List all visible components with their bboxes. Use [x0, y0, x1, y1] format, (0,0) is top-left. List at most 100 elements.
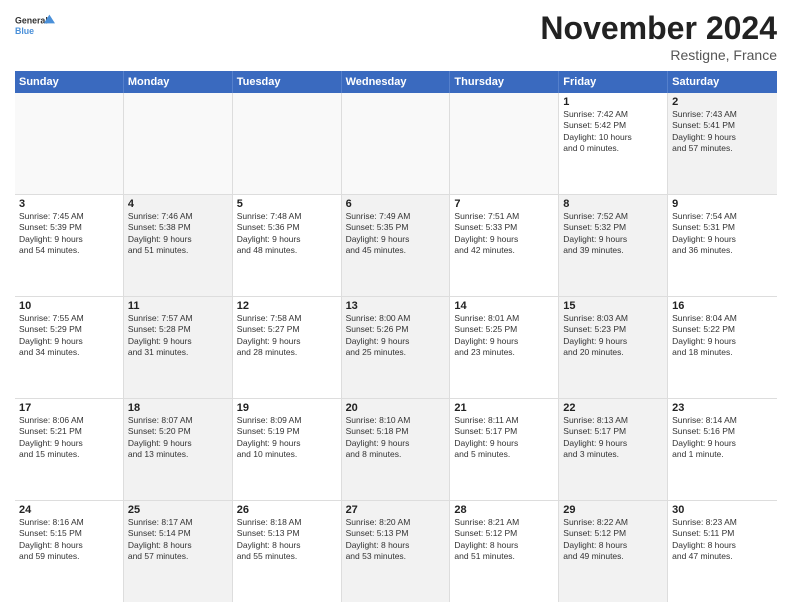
svg-text:General: General	[15, 15, 48, 25]
day-number-2: 2	[672, 96, 773, 108]
day-10: 10Sunrise: 7:55 AM Sunset: 5:29 PM Dayli…	[15, 297, 124, 398]
day-number-9: 9	[672, 198, 773, 210]
day-30: 30Sunrise: 8:23 AM Sunset: 5:11 PM Dayli…	[668, 501, 777, 602]
header-wednesday: Wednesday	[342, 71, 451, 93]
location: Restigne, France	[540, 47, 777, 63]
header-sunday: Sunday	[15, 71, 124, 93]
empty-cell-0-3	[342, 93, 451, 194]
day-number-4: 4	[128, 198, 228, 210]
day-number-21: 21	[454, 402, 554, 414]
day-19: 19Sunrise: 8:09 AM Sunset: 5:19 PM Dayli…	[233, 399, 342, 500]
logo: General Blue	[15, 10, 55, 40]
day-25: 25Sunrise: 8:17 AM Sunset: 5:14 PM Dayli…	[124, 501, 233, 602]
day-9: 9Sunrise: 7:54 AM Sunset: 5:31 PM Daylig…	[668, 195, 777, 296]
day-number-18: 18	[128, 402, 228, 414]
empty-cell-0-2	[233, 93, 342, 194]
day-3-details: Sunrise: 7:45 AM Sunset: 5:39 PM Dayligh…	[19, 211, 119, 257]
day-24-details: Sunrise: 8:16 AM Sunset: 5:15 PM Dayligh…	[19, 517, 119, 563]
day-8: 8Sunrise: 7:52 AM Sunset: 5:32 PM Daylig…	[559, 195, 668, 296]
page: General Blue November 2024 Restigne, Fra…	[0, 0, 792, 612]
day-16: 16Sunrise: 8:04 AM Sunset: 5:22 PM Dayli…	[668, 297, 777, 398]
day-6: 6Sunrise: 7:49 AM Sunset: 5:35 PM Daylig…	[342, 195, 451, 296]
day-25-details: Sunrise: 8:17 AM Sunset: 5:14 PM Dayligh…	[128, 517, 228, 563]
day-19-details: Sunrise: 8:09 AM Sunset: 5:19 PM Dayligh…	[237, 415, 337, 461]
day-27: 27Sunrise: 8:20 AM Sunset: 5:13 PM Dayli…	[342, 501, 451, 602]
day-number-27: 27	[346, 504, 446, 516]
day-15: 15Sunrise: 8:03 AM Sunset: 5:23 PM Dayli…	[559, 297, 668, 398]
header-saturday: Saturday	[668, 71, 777, 93]
day-16-details: Sunrise: 8:04 AM Sunset: 5:22 PM Dayligh…	[672, 313, 773, 359]
day-number-19: 19	[237, 402, 337, 414]
day-17-details: Sunrise: 8:06 AM Sunset: 5:21 PM Dayligh…	[19, 415, 119, 461]
day-1-details: Sunrise: 7:42 AM Sunset: 5:42 PM Dayligh…	[563, 109, 663, 155]
day-number-26: 26	[237, 504, 337, 516]
day-13-details: Sunrise: 8:00 AM Sunset: 5:26 PM Dayligh…	[346, 313, 446, 359]
day-11: 11Sunrise: 7:57 AM Sunset: 5:28 PM Dayli…	[124, 297, 233, 398]
day-number-28: 28	[454, 504, 554, 516]
day-21: 21Sunrise: 8:11 AM Sunset: 5:17 PM Dayli…	[450, 399, 559, 500]
day-2-details: Sunrise: 7:43 AM Sunset: 5:41 PM Dayligh…	[672, 109, 773, 155]
calendar: SundayMondayTuesdayWednesdayThursdayFrid…	[15, 71, 777, 602]
week-4: 17Sunrise: 8:06 AM Sunset: 5:21 PM Dayli…	[15, 399, 777, 501]
day-9-details: Sunrise: 7:54 AM Sunset: 5:31 PM Dayligh…	[672, 211, 773, 257]
day-number-6: 6	[346, 198, 446, 210]
day-4: 4Sunrise: 7:46 AM Sunset: 5:38 PM Daylig…	[124, 195, 233, 296]
day-number-16: 16	[672, 300, 773, 312]
day-21-details: Sunrise: 8:11 AM Sunset: 5:17 PM Dayligh…	[454, 415, 554, 461]
calendar-header: SundayMondayTuesdayWednesdayThursdayFrid…	[15, 71, 777, 93]
day-30-details: Sunrise: 8:23 AM Sunset: 5:11 PM Dayligh…	[672, 517, 773, 563]
day-23: 23Sunrise: 8:14 AM Sunset: 5:16 PM Dayli…	[668, 399, 777, 500]
day-22-details: Sunrise: 8:13 AM Sunset: 5:17 PM Dayligh…	[563, 415, 663, 461]
day-12-details: Sunrise: 7:58 AM Sunset: 5:27 PM Dayligh…	[237, 313, 337, 359]
day-5: 5Sunrise: 7:48 AM Sunset: 5:36 PM Daylig…	[233, 195, 342, 296]
day-4-details: Sunrise: 7:46 AM Sunset: 5:38 PM Dayligh…	[128, 211, 228, 257]
day-number-17: 17	[19, 402, 119, 414]
day-number-15: 15	[563, 300, 663, 312]
day-number-20: 20	[346, 402, 446, 414]
day-number-25: 25	[128, 504, 228, 516]
day-11-details: Sunrise: 7:57 AM Sunset: 5:28 PM Dayligh…	[128, 313, 228, 359]
day-23-details: Sunrise: 8:14 AM Sunset: 5:16 PM Dayligh…	[672, 415, 773, 461]
empty-cell-0-1	[124, 93, 233, 194]
svg-text:Blue: Blue	[15, 26, 34, 36]
month-title: November 2024	[540, 10, 777, 47]
day-10-details: Sunrise: 7:55 AM Sunset: 5:29 PM Dayligh…	[19, 313, 119, 359]
header-thursday: Thursday	[450, 71, 559, 93]
day-1: 1Sunrise: 7:42 AM Sunset: 5:42 PM Daylig…	[559, 93, 668, 194]
day-24: 24Sunrise: 8:16 AM Sunset: 5:15 PM Dayli…	[15, 501, 124, 602]
header: General Blue November 2024 Restigne, Fra…	[15, 10, 777, 63]
day-5-details: Sunrise: 7:48 AM Sunset: 5:36 PM Dayligh…	[237, 211, 337, 257]
day-22: 22Sunrise: 8:13 AM Sunset: 5:17 PM Dayli…	[559, 399, 668, 500]
day-number-13: 13	[346, 300, 446, 312]
day-17: 17Sunrise: 8:06 AM Sunset: 5:21 PM Dayli…	[15, 399, 124, 500]
header-tuesday: Tuesday	[233, 71, 342, 93]
day-number-11: 11	[128, 300, 228, 312]
day-number-8: 8	[563, 198, 663, 210]
day-18-details: Sunrise: 8:07 AM Sunset: 5:20 PM Dayligh…	[128, 415, 228, 461]
day-27-details: Sunrise: 8:20 AM Sunset: 5:13 PM Dayligh…	[346, 517, 446, 563]
week-5: 24Sunrise: 8:16 AM Sunset: 5:15 PM Dayli…	[15, 501, 777, 602]
day-18: 18Sunrise: 8:07 AM Sunset: 5:20 PM Dayli…	[124, 399, 233, 500]
day-15-details: Sunrise: 8:03 AM Sunset: 5:23 PM Dayligh…	[563, 313, 663, 359]
day-number-22: 22	[563, 402, 663, 414]
day-20-details: Sunrise: 8:10 AM Sunset: 5:18 PM Dayligh…	[346, 415, 446, 461]
day-number-30: 30	[672, 504, 773, 516]
day-number-10: 10	[19, 300, 119, 312]
day-number-7: 7	[454, 198, 554, 210]
day-number-23: 23	[672, 402, 773, 414]
day-number-5: 5	[237, 198, 337, 210]
day-26: 26Sunrise: 8:18 AM Sunset: 5:13 PM Dayli…	[233, 501, 342, 602]
day-29: 29Sunrise: 8:22 AM Sunset: 5:12 PM Dayli…	[559, 501, 668, 602]
day-2: 2Sunrise: 7:43 AM Sunset: 5:41 PM Daylig…	[668, 93, 777, 194]
day-29-details: Sunrise: 8:22 AM Sunset: 5:12 PM Dayligh…	[563, 517, 663, 563]
day-13: 13Sunrise: 8:00 AM Sunset: 5:26 PM Dayli…	[342, 297, 451, 398]
day-20: 20Sunrise: 8:10 AM Sunset: 5:18 PM Dayli…	[342, 399, 451, 500]
day-number-3: 3	[19, 198, 119, 210]
day-12: 12Sunrise: 7:58 AM Sunset: 5:27 PM Dayli…	[233, 297, 342, 398]
week-2: 3Sunrise: 7:45 AM Sunset: 5:39 PM Daylig…	[15, 195, 777, 297]
day-number-14: 14	[454, 300, 554, 312]
calendar-body: 1Sunrise: 7:42 AM Sunset: 5:42 PM Daylig…	[15, 93, 777, 602]
day-28-details: Sunrise: 8:21 AM Sunset: 5:12 PM Dayligh…	[454, 517, 554, 563]
day-number-12: 12	[237, 300, 337, 312]
day-14-details: Sunrise: 8:01 AM Sunset: 5:25 PM Dayligh…	[454, 313, 554, 359]
